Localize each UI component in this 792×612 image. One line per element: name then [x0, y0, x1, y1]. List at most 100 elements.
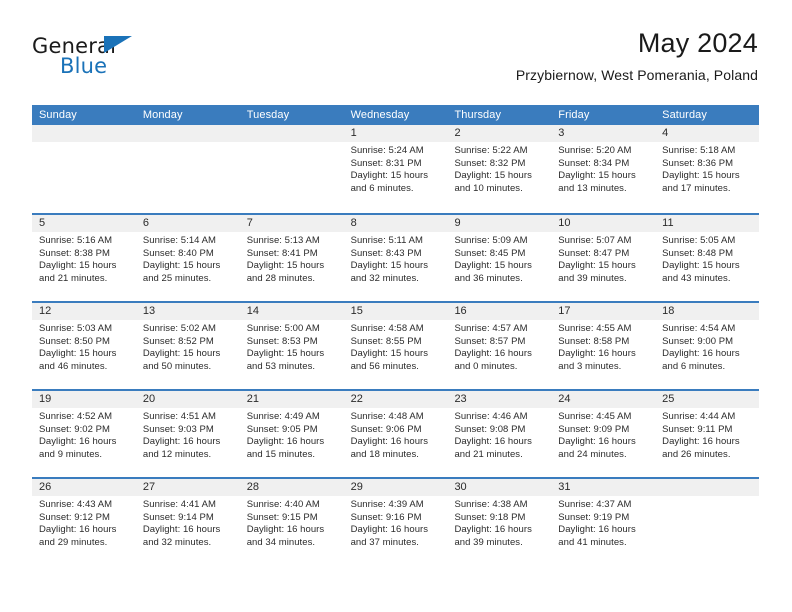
day-info-line: Sunrise: 5:24 AM — [350, 145, 424, 156]
day-cell-3[interactable]: 3 Sunrise: 5:20 AM Sunset: 8:34 PM Daylight… — [551, 125, 656, 213]
day-info-line: Daylight: 15 hours — [142, 260, 221, 272]
day-info-line: Sunrise: 4:57 AM — [454, 323, 528, 334]
day-cell-25[interactable]: 25 Sunrise: 4:44 AM Sunset: 9:11 PM Dayligh… — [655, 391, 760, 477]
day-number: 17 — [551, 303, 656, 320]
day-cell-22[interactable]: 22 Sunrise: 4:48 AM Sunset: 9:06 PM Dayligh… — [343, 391, 448, 477]
day-number: 5 — [32, 215, 136, 232]
day-cell-31[interactable]: 31 Sunrise: 4:37 AM Sunset: 9:19 PM Dayligh… — [551, 479, 656, 565]
weekday-header-saturday: Saturday — [662, 109, 707, 121]
day-info-line: Daylight: 15 hours — [662, 260, 740, 272]
day-cell-11[interactable]: 11 Sunrise: 5:05 AM Sunset: 8:48 PM Dayligh… — [655, 215, 760, 301]
day-info-line: and 25 minutes. — [142, 272, 212, 284]
day-sun-info: Sunrise: 4:54 AM Sunset: 9:00 PM Daylight:… — [655, 320, 759, 373]
day-cell-26[interactable]: 26 Sunrise: 4:43 AM Sunset: 9:12 PM Dayligh… — [32, 479, 136, 565]
day-info-line: Sunrise: 4:43 AM — [39, 499, 113, 510]
day-cell-5[interactable]: 5 Sunrise: 5:16 AM Sunset: 8:38 PM Daylight… — [32, 215, 136, 301]
day-cell-6[interactable]: 6 Sunrise: 5:14 AM Sunset: 8:40 PM Daylight… — [135, 215, 240, 301]
day-cell-19[interactable]: 19 Sunrise: 4:52 AM Sunset: 9:02 PM Dayligh… — [32, 391, 136, 477]
day-info-line: Sunset: 9:00 PM — [662, 335, 734, 347]
day-info-line: Sunrise: 4:37 AM — [558, 499, 632, 510]
day-info-line: Sunset: 8:40 PM — [142, 247, 214, 259]
day-cell-empty — [655, 479, 760, 565]
day-number: 4 — [655, 125, 760, 142]
day-sun-info: Sunrise: 4:49 AM Sunset: 9:05 PM Daylight:… — [240, 408, 344, 461]
day-cell-13[interactable]: 13 Sunrise: 5:02 AM Sunset: 8:52 PM Dayligh… — [135, 303, 240, 389]
day-cell-15[interactable]: 15 Sunrise: 4:58 AM Sunset: 8:55 PM Dayligh… — [343, 303, 448, 389]
day-cell-16[interactable]: 16 Sunrise: 4:57 AM Sunset: 8:57 PM Dayligh… — [447, 303, 552, 389]
day-number: 28 — [239, 479, 344, 496]
day-sun-info: Sunrise: 5:20 AM Sunset: 8:34 PM Daylight:… — [551, 142, 655, 195]
day-number: 10 — [551, 215, 656, 232]
day-info-line: Daylight: 15 hours — [39, 348, 117, 360]
day-info-line: Daylight: 15 hours — [454, 260, 532, 272]
day-info-line: Sunset: 8:34 PM — [558, 157, 630, 169]
day-cell-empty — [32, 125, 136, 213]
day-number — [655, 479, 760, 496]
day-number: 15 — [343, 303, 448, 320]
day-info-line: and 6 minutes. — [350, 182, 414, 194]
day-info-line: Sunrise: 5:02 AM — [142, 323, 217, 334]
day-sun-info: Sunrise: 4:37 AM Sunset: 9:19 PM Daylight:… — [551, 496, 655, 549]
day-info-line: and 46 minutes. — [39, 360, 108, 372]
day-cell-9[interactable]: 9 Sunrise: 5:09 AM Sunset: 8:45 PM Daylight… — [447, 215, 552, 301]
day-cell-2[interactable]: 2 Sunrise: 5:22 AM Sunset: 8:32 PM Daylight… — [447, 125, 552, 213]
day-cell-7[interactable]: 7 Sunrise: 5:13 AM Sunset: 8:41 PM Daylight… — [239, 215, 344, 301]
day-info-line: Sunset: 9:12 PM — [39, 511, 110, 523]
day-cell-14[interactable]: 14 Sunrise: 5:00 AM Sunset: 8:53 PM Dayligh… — [239, 303, 344, 389]
day-info-line: Sunset: 8:43 PM — [350, 247, 422, 259]
day-info-line: Daylight: 16 hours — [662, 348, 740, 360]
day-number: 16 — [447, 303, 552, 320]
day-number: 1 — [343, 125, 448, 142]
day-info-line: Sunset: 8:52 PM — [142, 335, 214, 347]
day-number: 14 — [239, 303, 344, 320]
day-sun-info: Sunrise: 4:52 AM Sunset: 9:02 PM Daylight:… — [32, 408, 136, 461]
calendar-week-row: 19 Sunrise: 4:52 AM Sunset: 9:02 PM Dayligh… — [32, 389, 760, 477]
day-cell-1[interactable]: 1 Sunrise: 5:24 AM Sunset: 8:31 PM Daylight… — [343, 125, 448, 213]
day-cell-27[interactable]: 27 Sunrise: 4:41 AM Sunset: 9:14 PM Dayligh… — [135, 479, 240, 565]
day-info-line: Sunset: 9:08 PM — [454, 423, 526, 435]
day-info-line: Sunset: 9:06 PM — [350, 423, 422, 435]
day-info-line: Sunrise: 5:20 AM — [558, 145, 632, 156]
day-info-line: Sunrise: 4:58 AM — [350, 323, 424, 334]
day-cell-4[interactable]: 4 Sunrise: 5:18 AM Sunset: 8:36 PM Daylight… — [655, 125, 760, 213]
day-number: 7 — [239, 215, 344, 232]
day-info-line: Sunset: 9:15 PM — [246, 511, 318, 523]
day-cell-21[interactable]: 21 Sunrise: 4:49 AM Sunset: 9:05 PM Dayligh… — [239, 391, 344, 477]
title-block: May 2024 Przybiernow, West Pomerania, Po… — [516, 26, 758, 86]
calendar-table: Sunday Monday Tuesday Wednesday Thursday Frid… — [32, 105, 760, 565]
weekday-header-sunday: Sunday — [39, 109, 77, 121]
day-cell-30[interactable]: 30 Sunrise: 4:38 AM Sunset: 9:18 PM Dayligh… — [447, 479, 552, 565]
weekday-header-thursday: Thursday — [454, 109, 502, 121]
day-number: 27 — [135, 479, 240, 496]
day-number: 11 — [655, 215, 760, 232]
day-number: 21 — [239, 391, 344, 408]
day-sun-info: Sunrise: 4:51 AM Sunset: 9:03 PM Daylight:… — [136, 408, 240, 461]
page-header: General Blue May 2024 Przybiernow, West … — [32, 26, 758, 98]
day-number — [135, 125, 240, 142]
day-cell-17[interactable]: 17 Sunrise: 4:55 AM Sunset: 8:58 PM Dayligh… — [551, 303, 656, 389]
day-cell-28[interactable]: 28 Sunrise: 4:40 AM Sunset: 9:15 PM Dayligh… — [239, 479, 344, 565]
day-sun-info: Sunrise: 4:40 AM Sunset: 9:15 PM Daylight:… — [240, 496, 344, 549]
day-info-line: and 12 minutes. — [142, 448, 212, 460]
day-number — [239, 125, 344, 142]
day-info-line: Sunset: 9:05 PM — [246, 423, 318, 435]
day-info-line: Sunrise: 4:46 AM — [454, 411, 528, 422]
day-info-line: Sunset: 8:45 PM — [454, 247, 526, 259]
day-sun-info: Sunrise: 4:58 AM Sunset: 8:55 PM Daylight:… — [344, 320, 448, 373]
general-blue-logo: General Blue — [32, 34, 212, 84]
day-cell-24[interactable]: 24 Sunrise: 4:45 AM Sunset: 9:09 PM Dayligh… — [551, 391, 656, 477]
day-info-line: Sunrise: 4:51 AM — [142, 411, 217, 422]
day-sun-info: Sunrise: 5:07 AM Sunset: 8:47 PM Daylight:… — [551, 232, 655, 285]
day-cell-10[interactable]: 10 Sunrise: 5:07 AM Sunset: 8:47 PM Dayligh… — [551, 215, 656, 301]
day-cell-12[interactable]: 12 Sunrise: 5:03 AM Sunset: 8:50 PM Dayligh… — [32, 303, 136, 389]
day-cell-23[interactable]: 23 Sunrise: 4:46 AM Sunset: 9:08 PM Dayligh… — [447, 391, 552, 477]
day-cell-18[interactable]: 18 Sunrise: 4:54 AM Sunset: 9:00 PM Dayligh… — [655, 303, 760, 389]
day-info-line: Sunset: 8:48 PM — [662, 247, 734, 259]
day-number: 29 — [343, 479, 448, 496]
day-info-line: Daylight: 16 hours — [350, 524, 429, 536]
day-cell-20[interactable]: 20 Sunrise: 4:51 AM Sunset: 9:03 PM Dayligh… — [135, 391, 240, 477]
day-sun-info: Sunrise: 5:16 AM Sunset: 8:38 PM Daylight:… — [32, 232, 136, 285]
day-cell-29[interactable]: 29 Sunrise: 4:39 AM Sunset: 9:16 PM Dayligh… — [343, 479, 448, 565]
day-cell-8[interactable]: 8 Sunrise: 5:11 AM Sunset: 8:43 PM Daylight… — [343, 215, 448, 301]
day-number: 6 — [135, 215, 240, 232]
